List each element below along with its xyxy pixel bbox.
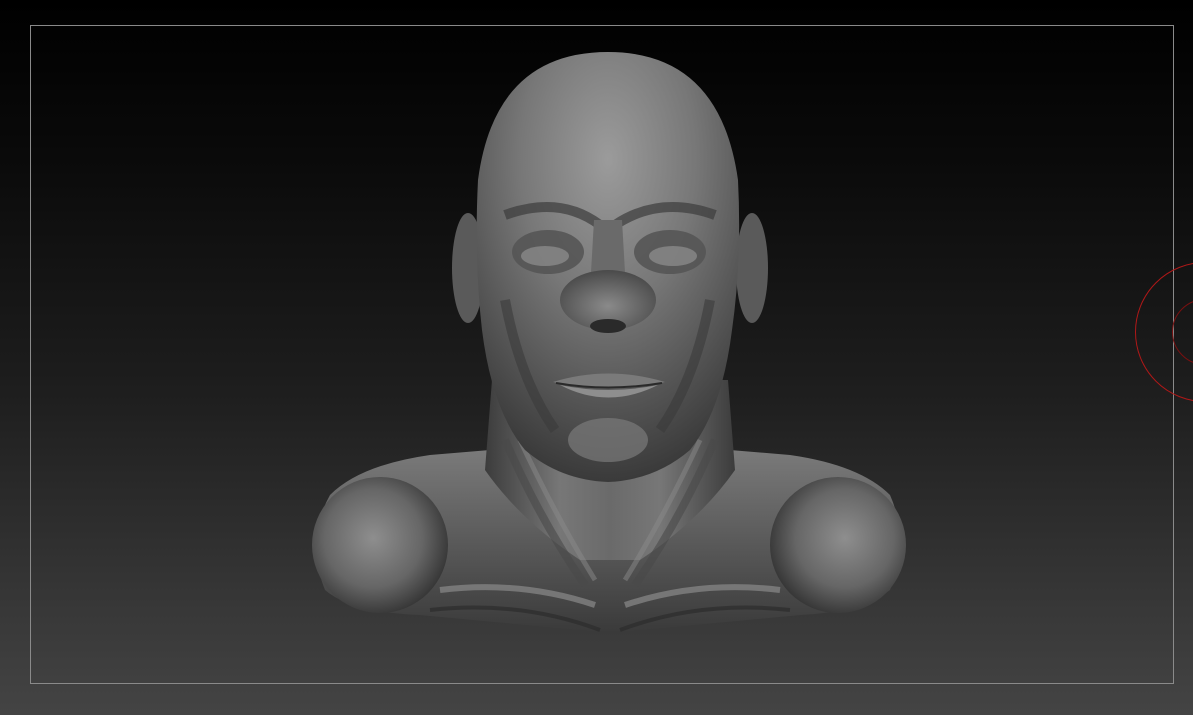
sculpted-bust-icon[interactable] [0,0,1193,715]
sculpt-viewport[interactable] [0,0,1193,715]
